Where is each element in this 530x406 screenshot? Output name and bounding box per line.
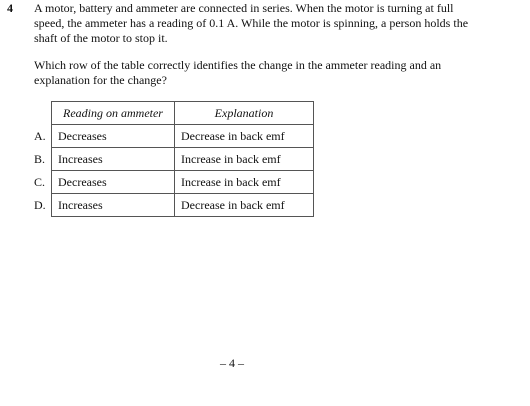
reading-column-header: Reading on ammeter (51, 101, 175, 125)
question-prompt: Which row of the table correctly identif… (34, 58, 442, 87)
question-stem: A motor, battery and ammeter are connect… (34, 1, 469, 45)
explanation-cell: Decrease in back emf (174, 124, 314, 148)
answer-table-container: Reading on ammeter Explanation A. Decrea… (34, 101, 314, 217)
option-letter: B. (34, 151, 46, 166)
reading-cell: Decreases (51, 124, 175, 148)
explanation-cell: Increase in back emf (174, 147, 314, 171)
option-letter: C. (34, 174, 46, 189)
question-number: 4 (7, 1, 13, 15)
page-number: – 4 – (220, 356, 244, 370)
explanation-column-header: Explanation (174, 101, 314, 125)
answer-row-b[interactable]: B. Increases Increase in back emf (34, 147, 314, 171)
option-letter-header (34, 102, 52, 125)
explanation-cell: Decrease in back emf (174, 193, 314, 217)
answer-table: Reading on ammeter Explanation A. Decrea… (34, 101, 314, 217)
reading-cell: Increases (51, 193, 175, 217)
answer-table-header-row: Reading on ammeter Explanation (34, 101, 314, 125)
answer-row-d[interactable]: D. Increases Decrease in back emf (34, 193, 314, 217)
option-letter: D. (34, 197, 46, 212)
reading-cell: Decreases (51, 170, 175, 194)
answer-row-a[interactable]: A. Decreases Decrease in back emf (34, 124, 314, 148)
reading-cell: Increases (51, 147, 175, 171)
answer-row-c[interactable]: C. Decreases Increase in back emf (34, 170, 314, 194)
option-letter: A. (34, 128, 46, 143)
explanation-cell: Increase in back emf (174, 170, 314, 194)
